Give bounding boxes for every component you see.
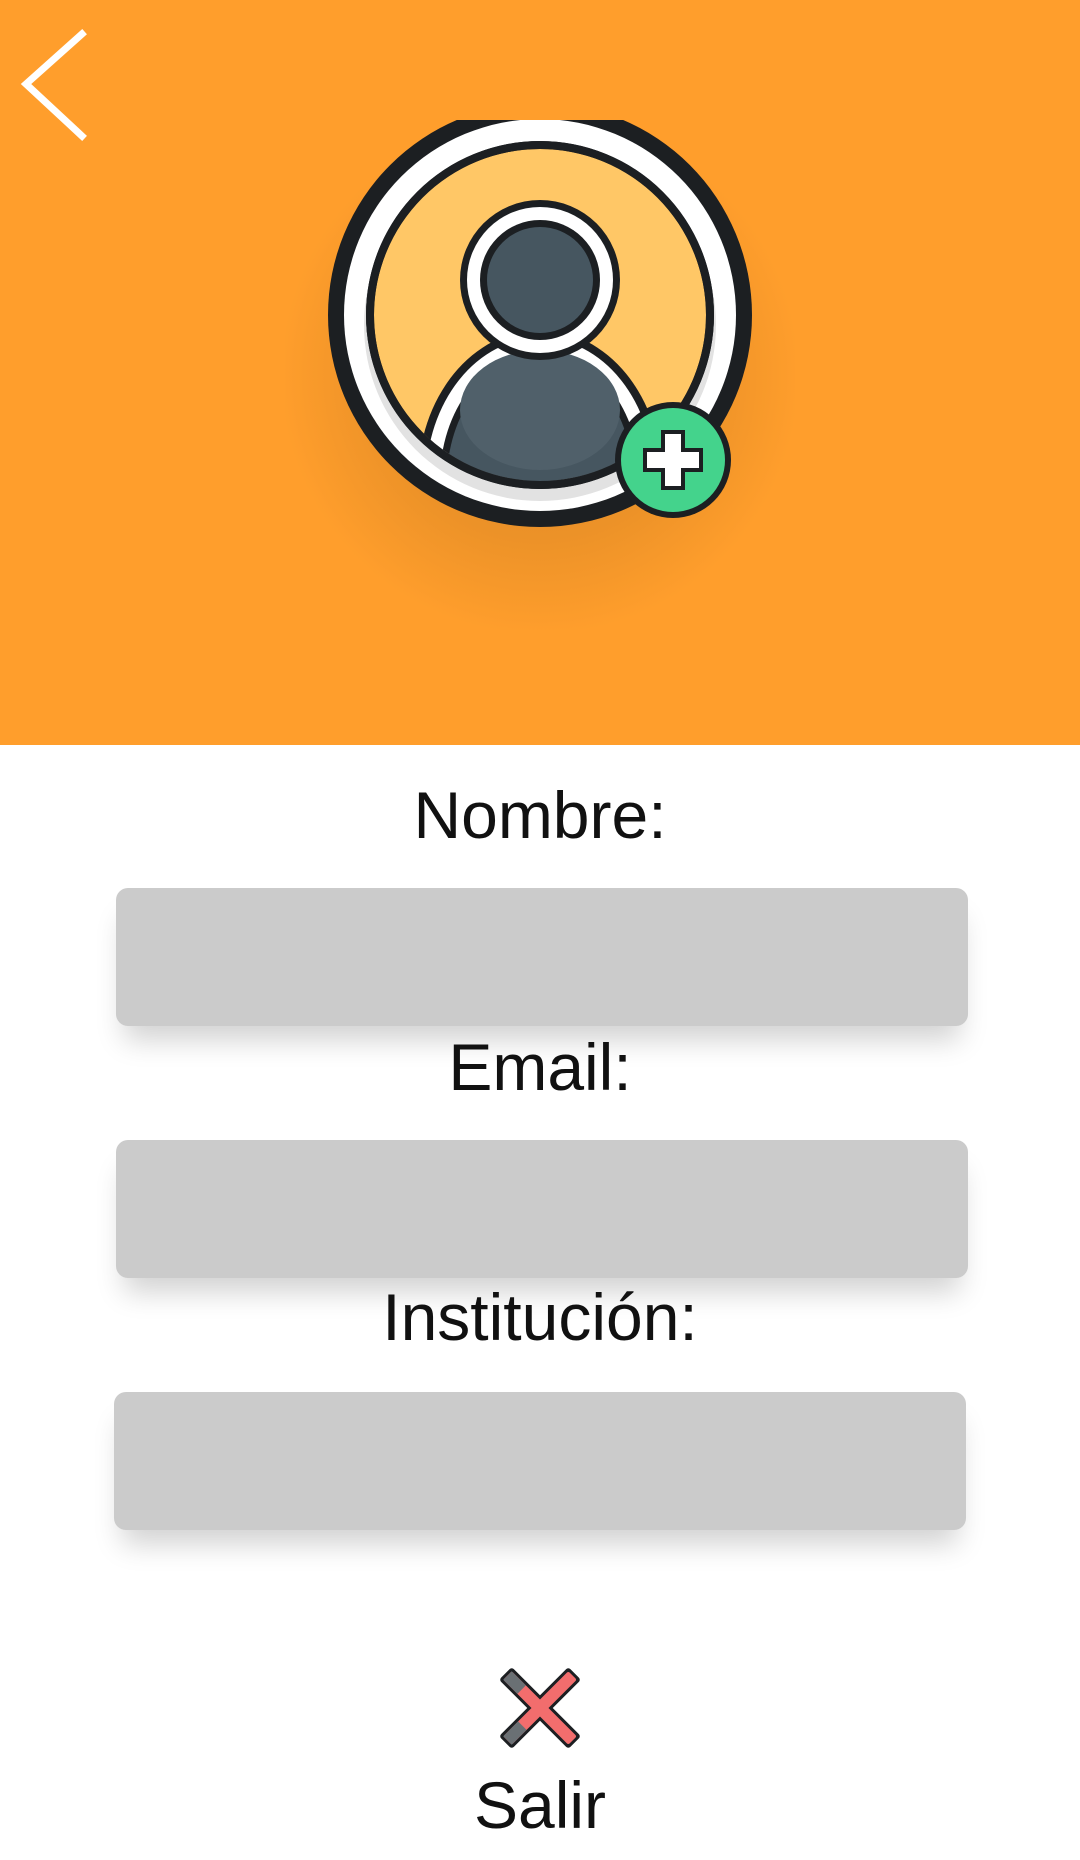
exit-label: Salir [473, 1768, 607, 1842]
add-badge [615, 402, 731, 518]
exit-button[interactable]: Salir [440, 1655, 640, 1850]
email-input[interactable] [116, 1140, 968, 1278]
institution-label: Institución: [382, 1280, 698, 1354]
avatar-add-button[interactable] [285, 120, 795, 630]
back-button[interactable] [14, 24, 94, 144]
email-label: Email: [448, 1030, 632, 1104]
name-label: Nombre: [413, 778, 667, 852]
header [0, 0, 1080, 745]
user-add-icon [328, 120, 752, 527]
chevron-left-icon [20, 29, 87, 141]
institution-input[interactable] [114, 1392, 966, 1530]
close-x-icon [500, 1668, 580, 1748]
name-input[interactable] [116, 888, 968, 1026]
